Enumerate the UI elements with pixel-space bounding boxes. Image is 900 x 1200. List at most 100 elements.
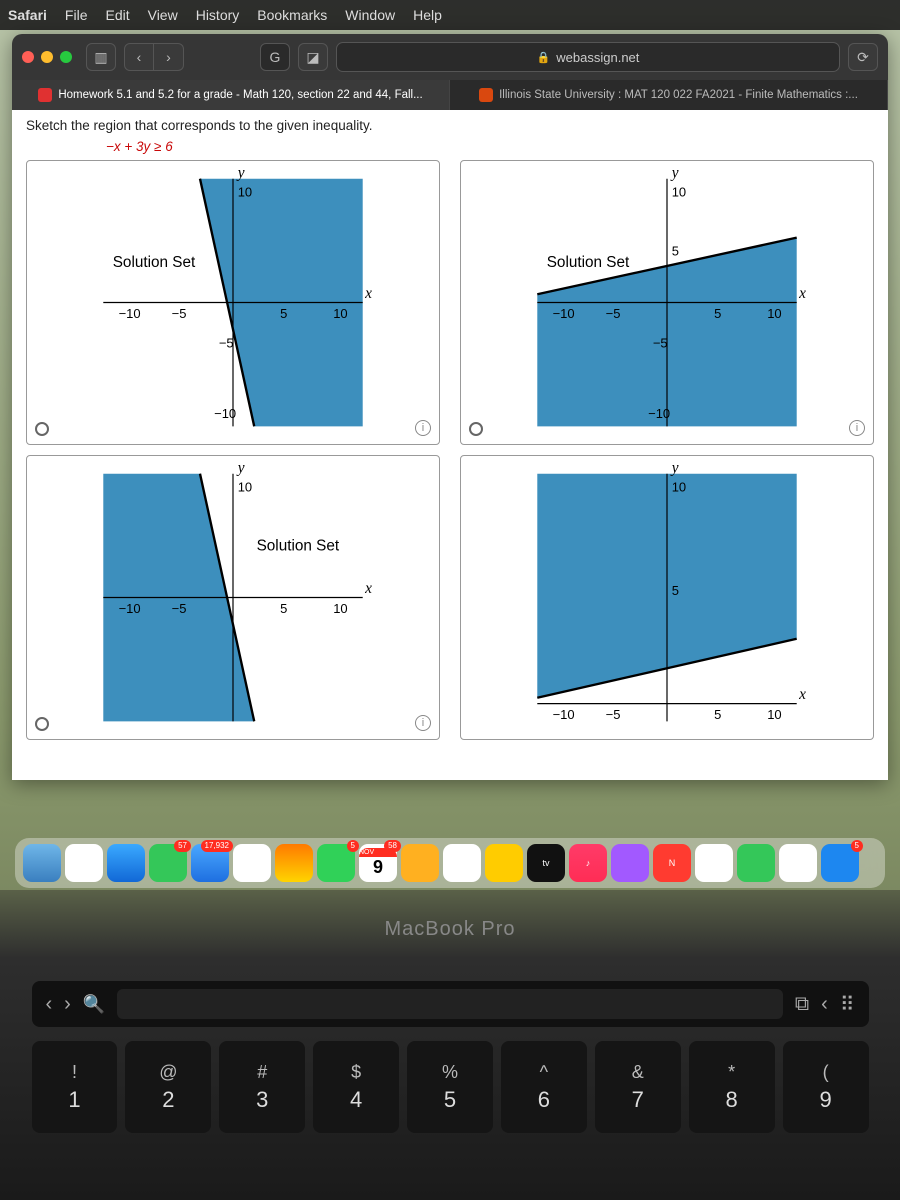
key-8[interactable]: *8 <box>689 1041 775 1133</box>
svg-text:−5: −5 <box>606 306 621 321</box>
site-settings-button[interactable]: G <box>260 43 290 71</box>
info-icon[interactable]: i <box>849 420 865 436</box>
address-text: webassign.net <box>556 50 639 65</box>
key-1[interactable]: !1 <box>32 1041 118 1133</box>
numbers-icon[interactable] <box>737 844 775 882</box>
finder-icon[interactable] <box>23 844 61 882</box>
pages-icon[interactable] <box>779 844 817 882</box>
svg-text:−10: −10 <box>648 406 670 421</box>
macos-menubar: Safari File Edit View History Bookmarks … <box>0 0 900 30</box>
key-4[interactable]: $4 <box>313 1041 399 1133</box>
calendar-icon[interactable]: NOV 9 58 <box>359 844 397 882</box>
touchbar-forward-icon[interactable]: › <box>64 993 71 1016</box>
svg-text:5: 5 <box>714 707 721 722</box>
laptop-label: MacBook Pro <box>384 918 515 941</box>
favicon-icon <box>479 88 493 102</box>
forward-button[interactable]: › <box>154 43 184 71</box>
tab-label: Homework 5.1 and 5.2 for a grade - Math … <box>58 89 422 101</box>
radio-a[interactable] <box>35 422 49 436</box>
choice-b[interactable]: y x 10 5 −5 −10 −10 −5 5 10 Solution Set… <box>460 160 874 445</box>
facetime-icon[interactable]: 5 <box>317 844 355 882</box>
svg-text:y: y <box>236 165 245 182</box>
svg-text:x: x <box>798 686 806 703</box>
radio-c[interactable] <box>35 717 49 731</box>
podcasts-icon[interactable] <box>611 844 649 882</box>
menu-view[interactable]: View <box>148 7 178 23</box>
news-icon[interactable]: N <box>653 844 691 882</box>
minimize-window-button[interactable] <box>41 51 53 63</box>
svg-text:y: y <box>670 460 679 477</box>
radio-b[interactable] <box>469 422 483 436</box>
svg-text:−5: −5 <box>172 306 187 321</box>
macos-dock: 57 17,932 5 NOV 9 58 tv ♪ N 5 <box>15 838 885 888</box>
contacts-icon[interactable] <box>401 844 439 882</box>
key-7[interactable]: &7 <box>595 1041 681 1133</box>
hardware-area: MacBook Pro ‹ › 🔍 ⧉ ‹ ⠿ !1 @2 #3 $4 %5 ^… <box>0 890 900 1200</box>
back-button[interactable]: ‹ <box>124 43 154 71</box>
plot-a: y x 10 −5 −10 −10 −5 5 10 Solution Set <box>27 161 439 444</box>
svg-text:−5: −5 <box>653 335 668 350</box>
fullscreen-window-button[interactable] <box>60 51 72 63</box>
key-3[interactable]: #3 <box>219 1041 305 1133</box>
keynote-icon[interactable] <box>695 844 733 882</box>
touchbar-back-icon[interactable]: ‹ <box>46 993 53 1016</box>
choice-d[interactable]: y x 10 5 −10 −5 5 10 <box>460 455 874 740</box>
appstore-icon[interactable]: 5 <box>821 844 859 882</box>
reminders-icon[interactable] <box>443 844 481 882</box>
svg-text:5: 5 <box>280 601 287 616</box>
info-icon[interactable]: i <box>415 420 431 436</box>
svg-text:x: x <box>798 285 806 302</box>
question-prompt: Sketch the region that corresponds to th… <box>26 118 874 133</box>
tab-isu[interactable]: Illinois State University : MAT 120 022 … <box>450 80 888 110</box>
reload-button[interactable]: ⟳ <box>848 43 878 71</box>
menu-history[interactable]: History <box>196 7 240 23</box>
touchbar-copy-icon[interactable]: ⧉ <box>795 993 809 1016</box>
mail-icon[interactable]: 17,932 <box>191 844 229 882</box>
touch-bar: ‹ › 🔍 ⧉ ‹ ⠿ <box>32 981 869 1027</box>
notes-icon[interactable] <box>485 844 523 882</box>
photos-icon[interactable] <box>275 844 313 882</box>
appletv-icon[interactable]: tv <box>527 844 565 882</box>
key-5[interactable]: %5 <box>407 1041 493 1133</box>
launchpad-icon[interactable] <box>65 844 103 882</box>
touchbar-more-icon[interactable]: ⠿ <box>840 992 855 1017</box>
privacy-report-button[interactable]: ◪ <box>298 43 328 71</box>
menu-bookmarks[interactable]: Bookmarks <box>257 7 327 23</box>
touchbar-chevron-icon[interactable]: ‹ <box>821 993 828 1016</box>
maps-icon[interactable] <box>233 844 271 882</box>
sidebar-toggle-button[interactable]: ▥ <box>86 43 116 71</box>
info-icon[interactable]: i <box>415 715 431 731</box>
choice-c[interactable]: y x 10 −10 −5 5 10 Solution Set i <box>26 455 440 740</box>
music-icon[interactable]: ♪ <box>569 844 607 882</box>
key-9[interactable]: (9 <box>783 1041 869 1133</box>
safari-window: ▥ ‹ › G ◪ 🔒 webassign.net ⟳ Homework 5.1… <box>12 34 888 780</box>
menu-window[interactable]: Window <box>345 7 395 23</box>
tab-label: Illinois State University : MAT 120 022 … <box>499 89 858 101</box>
svg-text:Solution Set: Solution Set <box>257 537 340 554</box>
safari-toolbar: ▥ ‹ › G ◪ 🔒 webassign.net ⟳ <box>12 34 888 80</box>
key-6[interactable]: ^6 <box>501 1041 587 1133</box>
svg-text:10: 10 <box>238 184 252 199</box>
tab-homework[interactable]: Homework 5.1 and 5.2 for a grade - Math … <box>12 80 450 110</box>
close-window-button[interactable] <box>22 51 34 63</box>
svg-text:5: 5 <box>280 306 287 321</box>
messages-icon[interactable]: 57 <box>149 844 187 882</box>
safari-icon[interactable] <box>107 844 145 882</box>
touchbar-strip[interactable] <box>117 989 783 1019</box>
key-2[interactable]: @2 <box>125 1041 211 1133</box>
plot-c: y x 10 −10 −5 5 10 Solution Set <box>27 456 439 739</box>
app-name[interactable]: Safari <box>8 7 47 23</box>
menu-file[interactable]: File <box>65 7 88 23</box>
choice-a[interactable]: y x 10 −5 −10 −10 −5 5 10 Solution Set i <box>26 160 440 445</box>
menu-help[interactable]: Help <box>413 7 442 23</box>
inequality-expression: −x + 3y ≥ 6 <box>106 139 173 154</box>
search-icon[interactable]: 🔍 <box>83 994 105 1015</box>
svg-text:5: 5 <box>714 306 721 321</box>
menu-edit[interactable]: Edit <box>105 7 129 23</box>
svg-text:x: x <box>364 285 372 302</box>
plot-d: y x 10 5 −10 −5 5 10 <box>461 456 873 739</box>
svg-text:−10: −10 <box>214 406 236 421</box>
svg-text:10: 10 <box>238 479 252 494</box>
svg-text:Solution Set: Solution Set <box>113 254 196 271</box>
address-bar[interactable]: 🔒 webassign.net <box>336 42 840 72</box>
